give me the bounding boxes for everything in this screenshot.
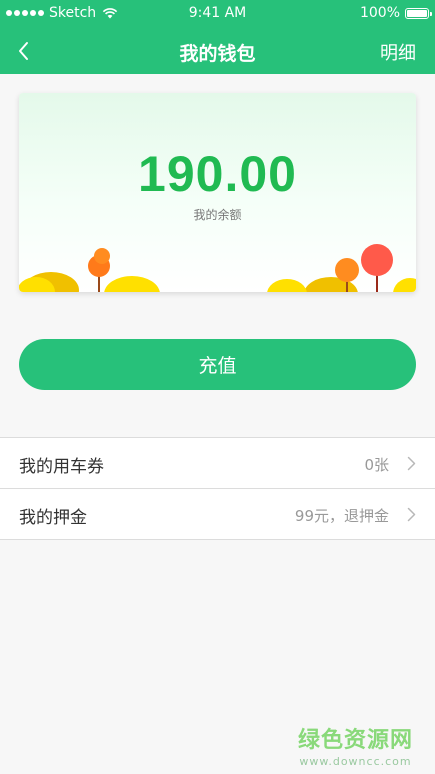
page-title: 我的钱包 — [179, 43, 256, 65]
watermark: 绿色资源网 www.downcc.com — [298, 722, 413, 768]
balance-amount: 190.00 — [138, 146, 297, 202]
coupons-value: 0张 — [364, 456, 389, 474]
status-bar: Sketch 9:41 AM 100% — [0, 0, 435, 28]
recharge-button[interactable]: 充值 — [19, 339, 416, 390]
list-item-coupons[interactable]: 我的用车券 0张 — [0, 438, 435, 489]
list-item-deposit[interactable]: 我的押金 99元，退押金 — [0, 489, 435, 540]
coupons-label: 我的用车券 — [19, 457, 104, 477]
nav-bar: 我的钱包 明细 — [0, 28, 435, 74]
status-right: 100% — [359, 5, 432, 21]
watermark-sub: www.downcc.com — [299, 755, 412, 768]
chevron-right-icon — [407, 456, 416, 471]
battery-percent: 100% — [359, 5, 400, 21]
deposit-label: 我的押金 — [19, 508, 87, 528]
watermark-main: 绿色资源网 — [297, 728, 413, 753]
balance-label: 我的余额 — [193, 208, 242, 222]
deposit-value: 99元，退押金 — [294, 507, 389, 525]
scenery-illustration — [19, 244, 416, 292]
chevron-left-icon[interactable] — [10, 36, 40, 66]
detail-button[interactable]: 明细 — [380, 39, 416, 65]
chevron-right-icon — [407, 507, 416, 522]
wallet-card: 190.00 我的余额 — [19, 93, 416, 292]
wallet-options-list: 我的用车券 0张 我的押金 99元，退押金 — [0, 437, 435, 540]
battery-icon — [405, 7, 432, 19]
